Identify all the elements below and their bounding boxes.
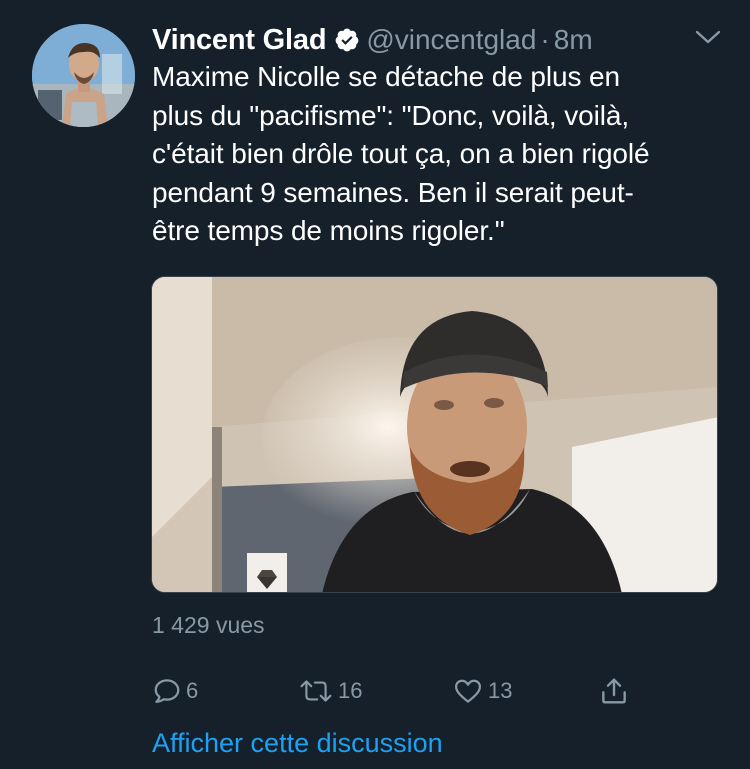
show-thread-link[interactable]: Afficher cette discussion	[152, 728, 443, 759]
share-icon	[598, 675, 630, 707]
like-count: 13	[488, 678, 513, 703]
video-thumbnail[interactable]	[151, 276, 718, 593]
action-bar: 6 16 13	[150, 674, 650, 708]
tweet-header: Vincent Glad @vincentglad · 8m	[152, 20, 593, 60]
retweet-count: 16	[338, 678, 363, 703]
tweet-text: Maxime Nicolle se détache de plus en plu…	[152, 61, 650, 246]
retweet-button[interactable]: 16	[298, 674, 362, 708]
separator-dot: ·	[540, 24, 550, 55]
tweet-timestamp[interactable]: 8m	[554, 24, 593, 56]
retweet-icon	[298, 676, 334, 706]
reply-icon	[152, 676, 182, 706]
heart-icon	[452, 676, 484, 706]
tweet-card[interactable]: Vincent Glad @vincentglad · 8m Maxime Ni…	[0, 0, 750, 769]
reply-count: 6	[186, 678, 199, 703]
reply-button[interactable]: 6	[152, 674, 198, 708]
share-button[interactable]	[598, 674, 630, 708]
chevron-down-icon[interactable]	[693, 26, 723, 48]
view-count: 1 429 vues	[152, 612, 265, 638]
verified-badge-icon	[334, 27, 360, 53]
author-name[interactable]: Vincent Glad	[152, 24, 327, 57]
avatar[interactable]	[32, 24, 135, 127]
like-button[interactable]: 13	[452, 674, 512, 708]
author-handle[interactable]: @vincentglad	[366, 24, 536, 56]
